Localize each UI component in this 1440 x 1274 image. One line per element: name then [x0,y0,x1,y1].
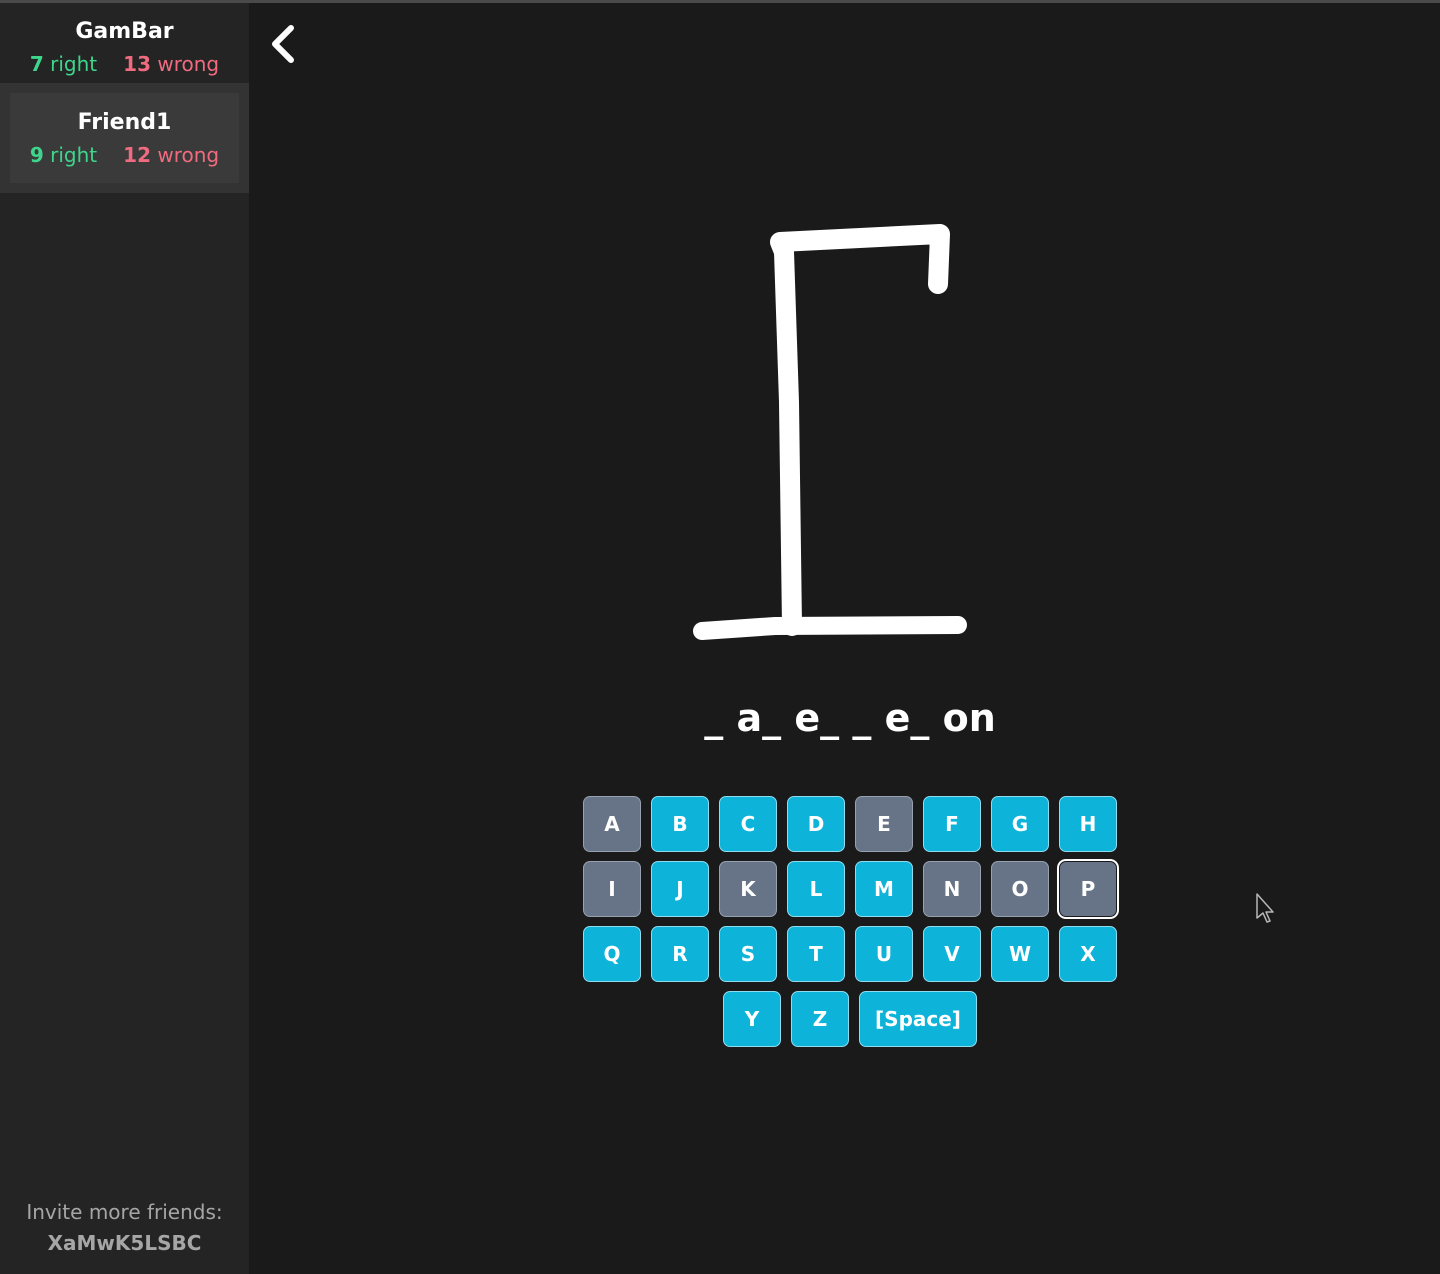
key-b[interactable]: B [651,796,709,852]
key-s[interactable]: S [719,926,777,982]
key-j[interactable]: J [651,861,709,917]
key-l[interactable]: L [787,861,845,917]
key-h[interactable]: H [1059,796,1117,852]
letter-keyboard: ABCDEFGH IJKLMNOP QRSTUVWX Y Z [Space] [560,796,1140,1056]
keyboard-row: ABCDEFGH [560,796,1140,852]
key-q[interactable]: Q [583,926,641,982]
key-r[interactable]: R [651,926,709,982]
right-count: 9 right [29,143,98,167]
invite-section: Invite more friends: XaMwK5LSBC [0,1197,249,1259]
key-f[interactable]: F [923,796,981,852]
key-a[interactable]: A [583,796,641,852]
chevron-left-icon [272,25,294,63]
right-count: 7 right [29,52,98,76]
key-space[interactable]: [Space] [859,991,977,1047]
keyboard-row: IJKLMNOP [560,861,1140,917]
mouse-cursor-icon [1256,893,1274,923]
hangman-gallows [693,224,967,640]
key-m[interactable]: M [855,861,913,917]
key-t[interactable]: T [787,926,845,982]
key-z[interactable]: Z [791,991,849,1047]
players-sidebar: GamBar 7 right 13 wrong Friend1 9 right 12… [0,3,249,1274]
key-c[interactable]: C [719,796,777,852]
player-card-friend1[interactable]: Friend1 9 right 12 wrong [10,93,239,183]
invite-label: Invite more friends: [26,1200,223,1224]
player-score: 7 right 13 wrong [0,51,249,77]
word-progress: _ a_ e_ _ e_ on [704,696,996,740]
key-y[interactable]: Y [723,991,781,1047]
key-n[interactable]: N [923,861,981,917]
wrong-count: 13 wrong [123,52,220,76]
key-u[interactable]: U [855,926,913,982]
back-button[interactable] [263,20,307,68]
key-o[interactable]: O [991,861,1049,917]
key-e[interactable]: E [855,796,913,852]
invite-code[interactable]: XaMwK5LSBC [0,1228,249,1259]
player-name: GamBar [75,19,174,44]
player-score: 9 right 12 wrong [10,142,239,168]
key-d[interactable]: D [787,796,845,852]
key-x[interactable]: X [1059,926,1117,982]
key-w[interactable]: W [991,926,1049,982]
key-v[interactable]: V [923,926,981,982]
key-k[interactable]: K [719,861,777,917]
key-p[interactable]: P [1059,861,1117,917]
key-g[interactable]: G [991,796,1049,852]
player-name: Friend1 [77,110,172,135]
keyboard-row: QRSTUVWX [560,926,1140,982]
keyboard-row: Y Z [Space] [560,991,1140,1047]
wrong-count: 12 wrong [123,143,220,167]
key-i[interactable]: I [583,861,641,917]
player-card-gambar[interactable]: GamBar 7 right 13 wrong [0,3,249,91]
